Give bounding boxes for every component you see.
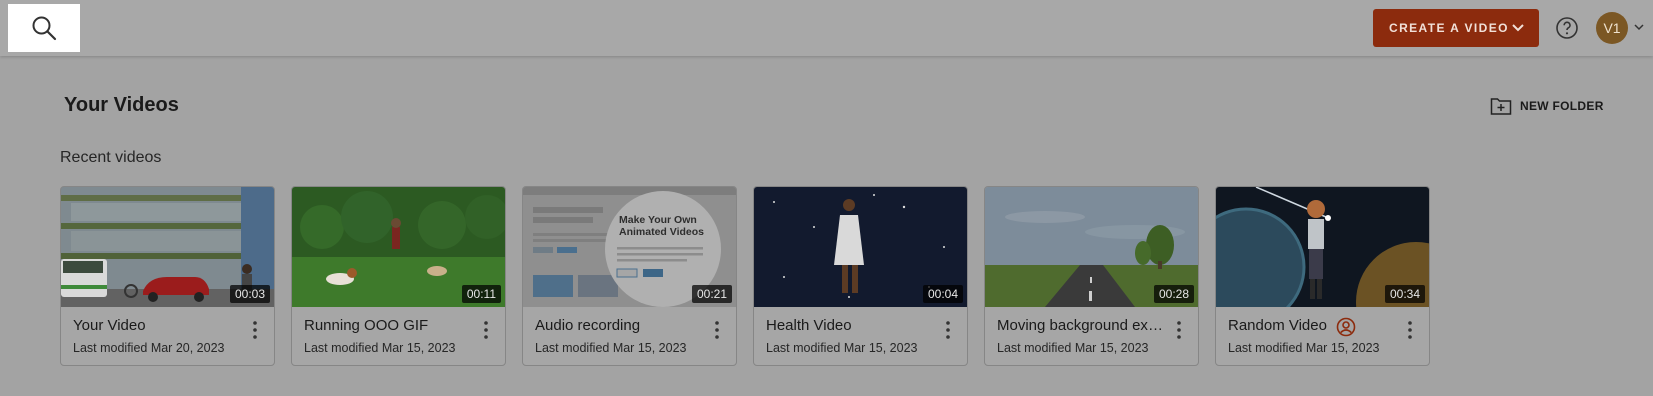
more-options-icon[interactable]	[1170, 320, 1188, 340]
top-bar: CREATE A VIDEO V1	[0, 0, 1653, 56]
video-title[interactable]: Moving background exa...	[997, 317, 1163, 334]
video-thumbnail[interactable]: 00:28	[985, 187, 1198, 307]
video-modified-date: Last modified Mar 15, 2023	[304, 341, 456, 355]
video-duration: 00:34	[1384, 285, 1425, 303]
chevron-down-icon[interactable]	[1633, 23, 1645, 33]
presenter-user-icon	[1336, 317, 1356, 337]
create-video-label: CREATE A VIDEO	[1389, 21, 1509, 35]
section-title: Recent videos	[60, 149, 162, 166]
video-title[interactable]: Random Video	[1228, 317, 1327, 334]
video-duration: 00:21	[691, 285, 732, 303]
video-card[interactable]: 00:04 Health Video Last modified Mar 15,…	[753, 186, 968, 366]
video-modified-date: Last modified Mar 15, 2023	[535, 341, 687, 355]
video-modified-date: Last modified Mar 15, 2023	[997, 341, 1149, 355]
video-modified-date: Last modified Mar 15, 2023	[1228, 341, 1380, 355]
video-duration: 00:03	[229, 285, 270, 303]
video-modified-date: Last modified Mar 15, 2023	[766, 341, 918, 355]
create-video-button[interactable]: CREATE A VIDEO	[1373, 9, 1539, 47]
video-card[interactable]: 00:03 Your Video Last modified Mar 20, 2…	[60, 186, 275, 366]
search-icon	[32, 16, 57, 41]
search-button[interactable]	[8, 4, 80, 52]
video-title[interactable]: Your Video	[73, 317, 146, 334]
video-thumbnail[interactable]: 00:03	[61, 187, 274, 307]
new-folder-button[interactable]: NEW FOLDER	[1490, 96, 1604, 116]
avatar-initials: V1	[1603, 20, 1621, 36]
thumbnail-heading: Make Your Own Animated Videos	[619, 214, 704, 238]
chevron-down-icon	[1512, 24, 1524, 32]
video-thumbnail[interactable]: Make Your Own Animated Videos 00:21	[523, 187, 736, 307]
more-options-icon[interactable]	[246, 320, 264, 340]
video-thumbnail[interactable]: 00:04	[754, 187, 967, 307]
video-title[interactable]: Health Video	[766, 317, 852, 334]
more-options-icon[interactable]	[477, 320, 495, 340]
folder-plus-icon	[1490, 98, 1512, 115]
video-thumbnail[interactable]: 00:11	[292, 187, 505, 307]
video-card[interactable]: Make Your Own Animated Videos 00:21 Audi…	[522, 186, 737, 366]
video-thumbnail[interactable]: 00:34	[1216, 187, 1429, 307]
video-card[interactable]: 00:11 Running OOO GIF Last modified Mar …	[291, 186, 506, 366]
page-title: Your Videos	[64, 94, 179, 116]
help-circle-icon[interactable]	[1555, 16, 1579, 40]
video-title[interactable]: Running OOO GIF	[304, 317, 428, 334]
video-card[interactable]: 00:34 Random Video Last modified Mar 15,…	[1215, 186, 1430, 366]
video-duration: 00:11	[461, 285, 501, 303]
video-modified-date: Last modified Mar 20, 2023	[73, 341, 225, 355]
more-options-icon[interactable]	[939, 320, 957, 340]
video-card[interactable]: 00:28 Moving background exa... Last modi…	[984, 186, 1199, 366]
more-options-icon[interactable]	[708, 320, 726, 340]
new-folder-label: NEW FOLDER	[1520, 99, 1604, 113]
video-duration: 00:28	[1153, 285, 1194, 303]
video-duration: 00:04	[922, 285, 963, 303]
video-title[interactable]: Audio recording	[535, 317, 640, 334]
more-options-icon[interactable]	[1401, 320, 1419, 340]
avatar[interactable]: V1	[1596, 12, 1628, 44]
